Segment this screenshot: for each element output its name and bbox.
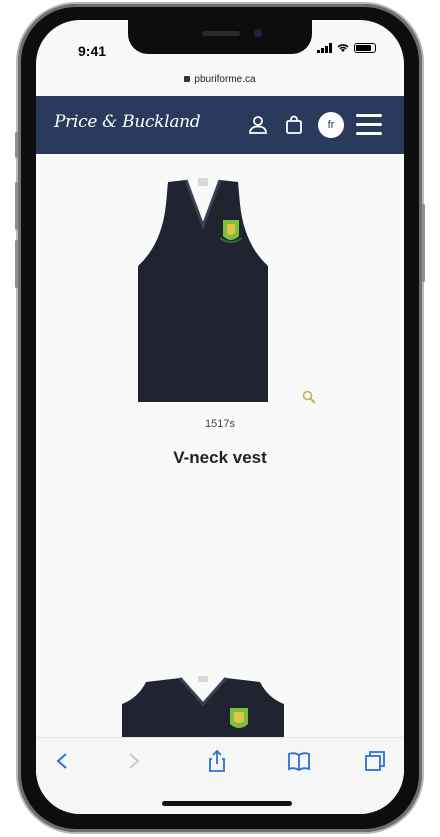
status-time: 9:41 bbox=[78, 43, 107, 59]
power-button bbox=[422, 204, 425, 282]
mute-switch bbox=[15, 132, 18, 158]
home-indicator bbox=[162, 801, 292, 806]
back-icon[interactable] bbox=[50, 748, 76, 774]
share-icon[interactable] bbox=[204, 748, 230, 774]
product-sku: 1517s bbox=[205, 418, 235, 430]
forward-icon[interactable] bbox=[120, 748, 146, 774]
language-toggle[interactable]: fr bbox=[318, 112, 344, 138]
url-text: pburiforme.ca bbox=[194, 74, 256, 85]
speaker bbox=[202, 31, 240, 36]
bookmarks-icon[interactable] bbox=[286, 748, 312, 774]
address-bar[interactable]: pburiforme.ca bbox=[36, 74, 404, 85]
product-image[interactable] bbox=[128, 174, 278, 406]
volume-down-button bbox=[15, 240, 18, 288]
menu-icon[interactable] bbox=[356, 114, 382, 136]
shopping-bag-icon[interactable] bbox=[282, 113, 306, 137]
volume-up-button bbox=[15, 182, 18, 230]
phone-screen: 9:41 pburiforme.ca Price & Buckland fr 1… bbox=[36, 20, 404, 814]
lock-icon bbox=[184, 76, 191, 83]
battery-icon bbox=[354, 43, 376, 53]
zoom-icon[interactable] bbox=[302, 390, 316, 404]
signal-icon bbox=[317, 43, 332, 53]
wifi-icon bbox=[337, 44, 349, 52]
site-logo[interactable]: Price & Buckland bbox=[54, 112, 201, 132]
product-title[interactable]: V-neck vest bbox=[36, 448, 404, 468]
site-header: Price & Buckland fr bbox=[36, 96, 404, 154]
notch bbox=[128, 20, 312, 54]
product-content: 1517s V-neck vest bbox=[36, 154, 404, 744]
tabs-icon[interactable] bbox=[362, 748, 388, 774]
front-camera bbox=[254, 29, 262, 37]
status-icons bbox=[317, 43, 376, 53]
product-image-next[interactable] bbox=[118, 674, 288, 744]
user-icon[interactable] bbox=[246, 113, 270, 137]
browser-toolbar bbox=[36, 737, 404, 814]
